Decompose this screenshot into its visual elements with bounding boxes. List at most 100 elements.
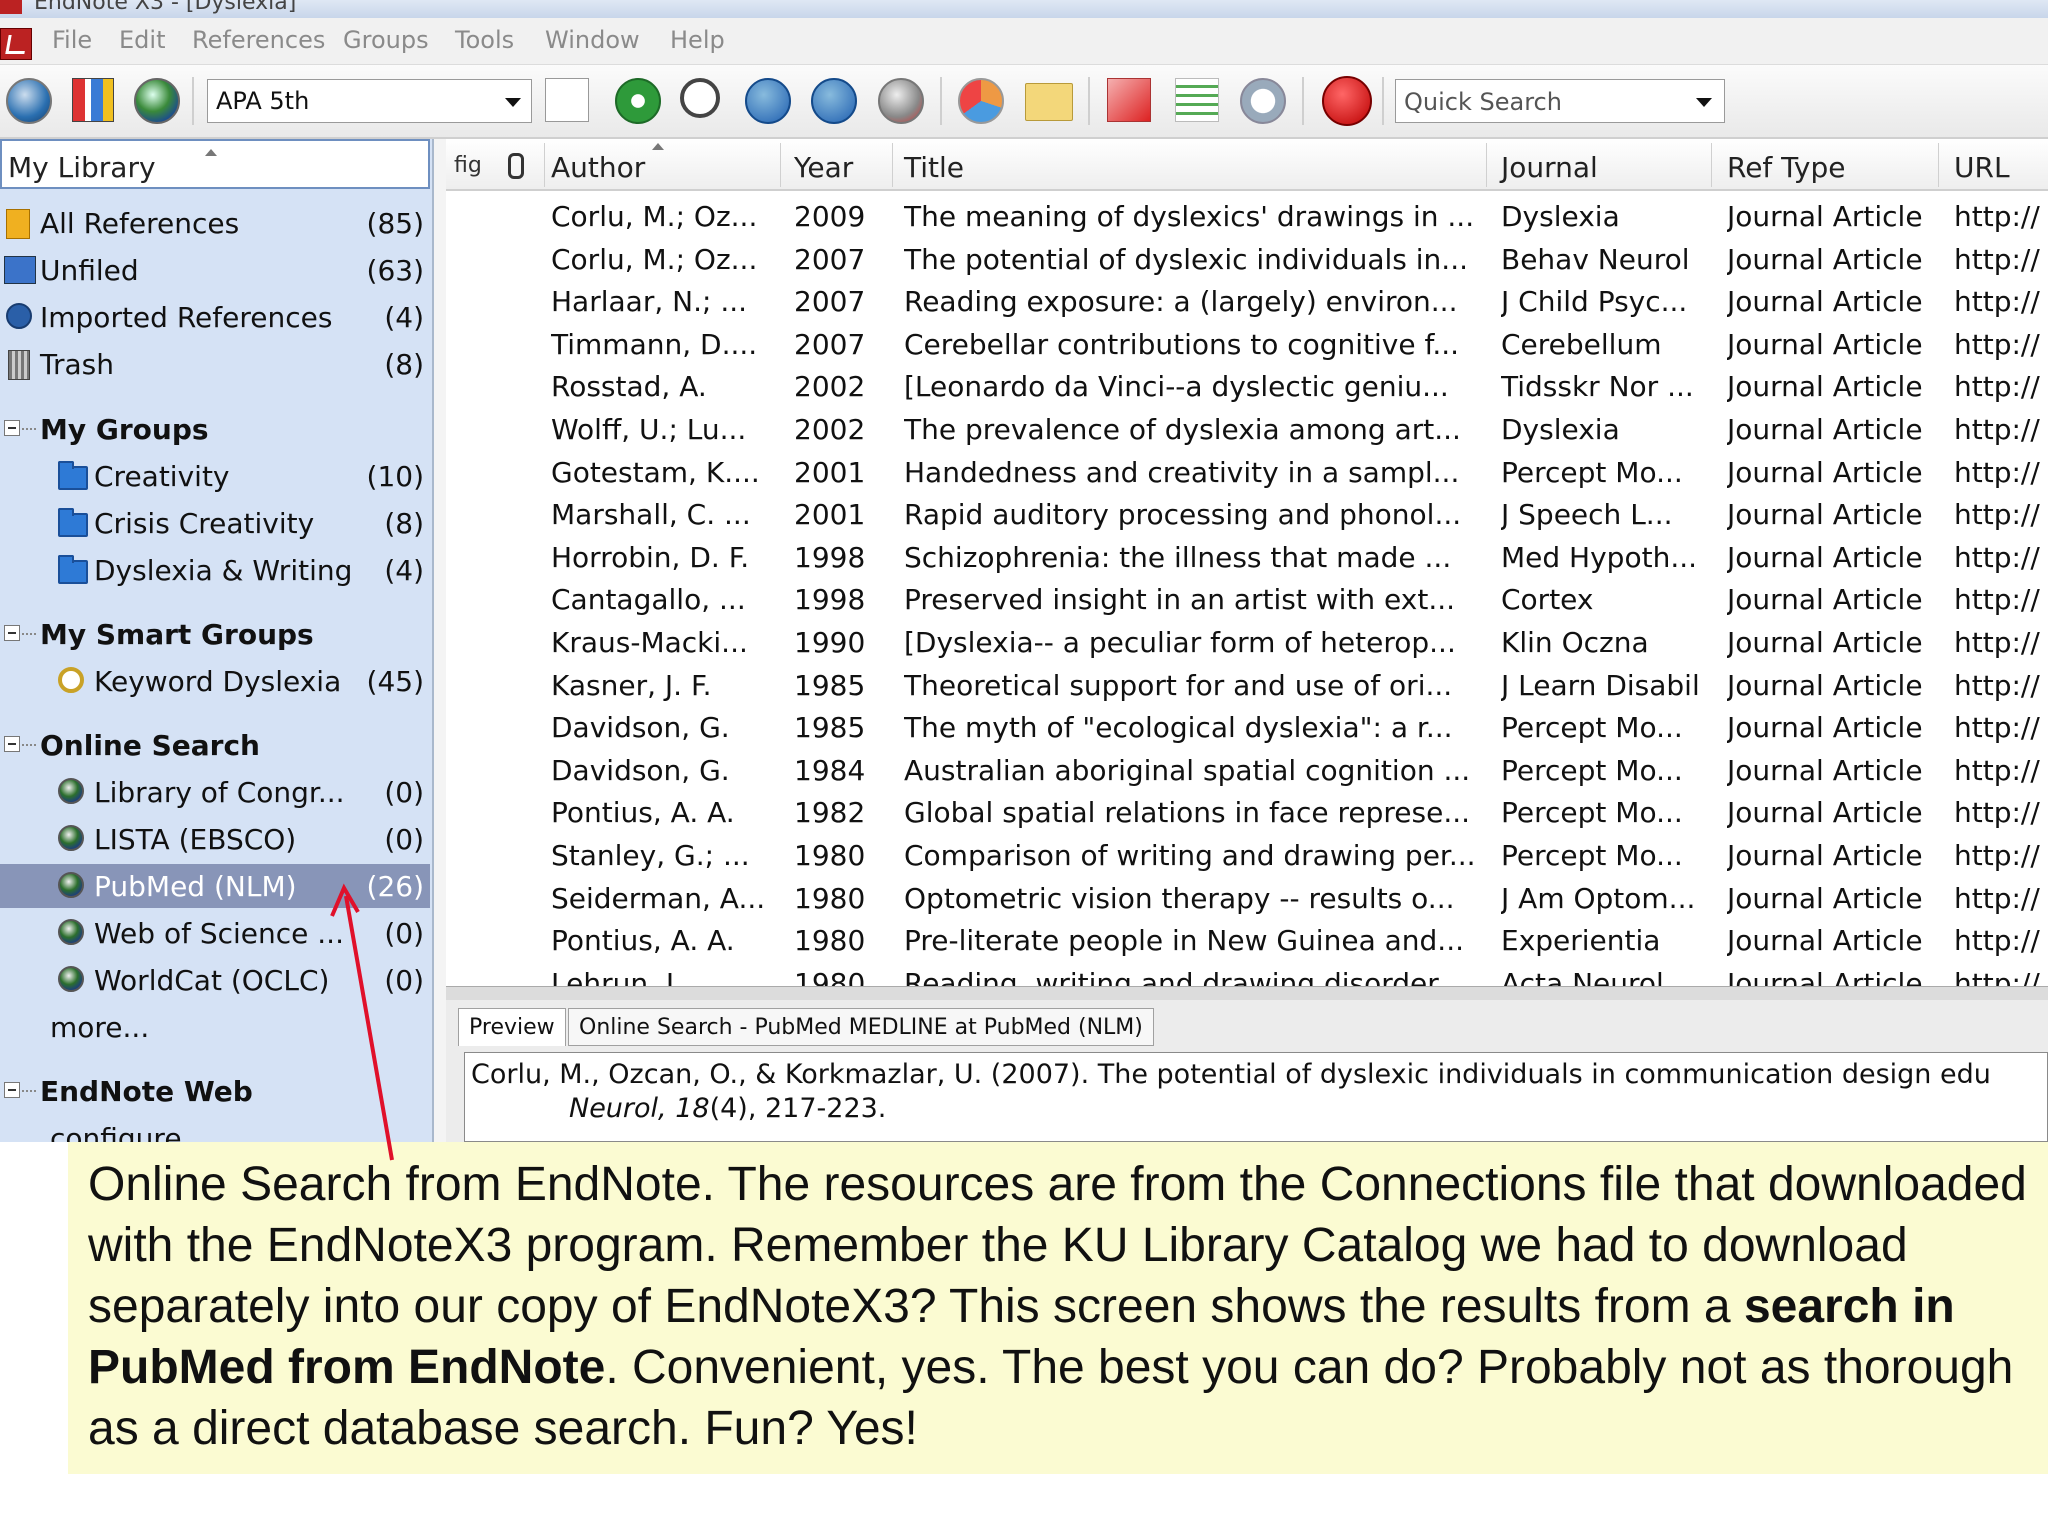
sidebar-item-pubmed[interactable]: PubMed (NLM) (26) bbox=[0, 864, 430, 908]
chevron-down-icon[interactable] bbox=[1696, 98, 1712, 107]
endnote-web-header[interactable]: EndNote Web bbox=[0, 1069, 430, 1113]
endnote-window: EndNote X3 - [Dyslexia] File Edit Refere… bbox=[0, 0, 2048, 1142]
table-row[interactable]: Marshall, C. ... 2001 Rapid auditory proce… bbox=[446, 494, 2048, 537]
column-journal[interactable]: Journal bbox=[1501, 151, 1598, 184]
sidebar-item-library-of-congress[interactable]: Library of Congr... (0) bbox=[0, 770, 430, 814]
sidebar-item-count: (10) bbox=[366, 460, 424, 493]
endnote-app-icon[interactable] bbox=[0, 28, 32, 60]
table-row[interactable]: Corlu, M.; Oz... 2007 The potential of dys… bbox=[446, 239, 2048, 282]
collapse-toggle-icon[interactable] bbox=[4, 736, 20, 752]
table-row[interactable]: Pontius, A. A. 1982 Global spatial relatio… bbox=[446, 792, 2048, 835]
menu-help[interactable]: Help bbox=[670, 26, 725, 54]
table-row[interactable]: Pontius, A. A. 1980 Pre-literate people in… bbox=[446, 920, 2048, 963]
cell-title: Schizophrenia: the illness that made ... bbox=[904, 540, 1452, 574]
group-section-title: My Smart Groups bbox=[40, 618, 314, 651]
cell-title: Rapid auditory processing and phonol... bbox=[904, 498, 1462, 532]
menu-bar: File Edit References Groups Tools Window… bbox=[0, 18, 2048, 65]
download-icon[interactable] bbox=[745, 78, 791, 124]
sidebar-item-keyword-dyslexia[interactable]: Keyword Dyslexia (45) bbox=[0, 659, 430, 703]
sidebar-item-dyslexia-writing[interactable]: Dyslexia & Writing (4) bbox=[0, 548, 430, 592]
word-icon[interactable] bbox=[1240, 78, 1286, 124]
sidebar-item-lista-ebsco[interactable]: LISTA (EBSCO) (0) bbox=[0, 817, 430, 861]
sidebar-item-crisis-creativity[interactable]: Crisis Creativity (8) bbox=[0, 501, 430, 545]
menu-edit[interactable]: Edit bbox=[119, 26, 165, 54]
help-icon[interactable] bbox=[1322, 76, 1372, 126]
search-magnifier-icon[interactable] bbox=[680, 78, 720, 118]
cell-journal: Experientia bbox=[1501, 924, 1661, 958]
collapse-toggle-icon[interactable] bbox=[4, 1082, 20, 1098]
table-row[interactable]: Wolff, U.; Lu... 2002 The prevalence of dy… bbox=[446, 409, 2048, 452]
sidebar-item-worldcat[interactable]: WorldCat (OCLC) (0) bbox=[0, 958, 430, 1002]
quick-search-input[interactable] bbox=[1402, 86, 1676, 118]
citation-journal: Neurol, bbox=[569, 1093, 667, 1124]
table-row[interactable]: Davidson, G. 1984 Australian aboriginal sp… bbox=[446, 750, 2048, 793]
my-groups-header[interactable]: My Groups bbox=[0, 407, 430, 451]
sidebar-item-label: Dyslexia & Writing bbox=[94, 554, 353, 587]
sidebar-item-imported-references[interactable]: Imported References (4) bbox=[0, 295, 430, 339]
sidebar-item-web-of-science[interactable]: Web of Science ... (0) bbox=[0, 911, 430, 955]
toolbar: APA 5th bbox=[0, 65, 2048, 139]
format-list-icon[interactable] bbox=[1175, 78, 1219, 122]
quick-search-box[interactable] bbox=[1395, 79, 1725, 123]
refresh-sync-icon[interactable] bbox=[958, 78, 1004, 124]
table-row[interactable]: Corlu, M.; Oz... 2009 The meaning of dysle… bbox=[446, 196, 2048, 239]
cell-author: Kraus-Macki... bbox=[551, 626, 748, 659]
sidebar-item-more[interactable]: more... bbox=[0, 1005, 430, 1049]
sidebar-item-configure[interactable]: configure... bbox=[0, 1116, 430, 1142]
online-search-header[interactable]: Online Search bbox=[0, 723, 430, 767]
online-globe-icon[interactable] bbox=[878, 78, 924, 124]
table-row[interactable]: Seiderman, A... 1980 Optometric vision the… bbox=[446, 878, 2048, 921]
my-smart-groups-header[interactable]: My Smart Groups bbox=[0, 612, 430, 656]
globe-icon[interactable] bbox=[134, 78, 180, 124]
column-year[interactable]: Year bbox=[794, 151, 853, 184]
table-row[interactable]: Timmann, D.... 2007 Cerebellar contributio… bbox=[446, 324, 2048, 367]
menu-window[interactable]: Window bbox=[545, 26, 640, 54]
open-book-icon[interactable] bbox=[72, 78, 114, 122]
sidebar-item-creativity[interactable]: Creativity (10) bbox=[0, 454, 430, 498]
column-ref-type[interactable]: Ref Type bbox=[1727, 151, 1846, 184]
new-reference-icon[interactable] bbox=[615, 78, 661, 124]
folder-icon[interactable] bbox=[1025, 83, 1073, 121]
table-row[interactable]: Harlaar, N.; ... 2007 Reading exposure: a … bbox=[446, 281, 2048, 324]
table-row[interactable]: Gotestam, K.... 2001 Handedness and creati… bbox=[446, 452, 2048, 495]
attachment-clip-icon[interactable] bbox=[508, 153, 524, 179]
tab-online-search[interactable]: Online Search - PubMed MEDLINE at PubMed… bbox=[568, 1008, 1154, 1046]
table-row[interactable]: Kraus-Macki... 1990 [Dyslexia-- a peculiar… bbox=[446, 622, 2048, 665]
table-row[interactable]: Kasner, J. F. 1985 Theoretical support for… bbox=[446, 665, 2048, 708]
output-style-value: APA 5th bbox=[216, 87, 310, 115]
menu-file[interactable]: File bbox=[52, 26, 92, 54]
table-row[interactable]: Cantagallo, ... 1998 Preserved insight in … bbox=[446, 579, 2048, 622]
table-row[interactable]: Stanley, G.; ... 1980 Comparison of writin… bbox=[446, 835, 2048, 878]
sidebar-item-trash[interactable]: Trash (8) bbox=[0, 342, 430, 386]
table-row[interactable]: Lehrun, I. 1980 Reading, writing and drawi… bbox=[446, 963, 2048, 986]
collapse-toggle-icon[interactable] bbox=[4, 420, 20, 436]
my-library-header[interactable]: My Library bbox=[0, 139, 430, 189]
output-style-select[interactable]: APA 5th bbox=[207, 79, 532, 123]
cell-journal: Tidsskr Nor ... bbox=[1501, 370, 1694, 404]
column-author[interactable]: Author bbox=[551, 151, 645, 184]
menu-tools[interactable]: Tools bbox=[455, 26, 514, 54]
column-title[interactable]: Title bbox=[904, 151, 964, 184]
sidebar-item-all-references[interactable]: All References (85) bbox=[0, 201, 430, 245]
sidebar-item-label: Imported References bbox=[40, 301, 333, 334]
table-row[interactable]: Horrobin, D. F. 1998 Schizophrenia: the il… bbox=[446, 537, 2048, 580]
online-search-globe-icon bbox=[58, 872, 84, 898]
menu-references[interactable]: References bbox=[192, 26, 325, 54]
title-bar: EndNote X3 - [Dyslexia] bbox=[0, 0, 2048, 18]
library-globe-icon[interactable] bbox=[6, 78, 52, 124]
return-icon[interactable] bbox=[1107, 78, 1151, 122]
sidebar-item-unfiled[interactable]: Unfiled (63) bbox=[0, 248, 430, 292]
upload-icon[interactable] bbox=[811, 78, 857, 124]
more-link: more... bbox=[50, 1011, 150, 1044]
column-url[interactable]: URL bbox=[1954, 151, 2010, 184]
collapse-toggle-icon[interactable] bbox=[4, 625, 20, 641]
table-row[interactable]: Rosstad, A. 2002 [Leonardo da Vinci--a dys… bbox=[446, 366, 2048, 409]
table-row[interactable]: Davidson, G. 1985 The myth of "ecological … bbox=[446, 707, 2048, 750]
cell-ref-type: Journal Article bbox=[1727, 668, 1923, 702]
tab-preview[interactable]: Preview bbox=[458, 1008, 566, 1046]
style-edit-icon[interactable] bbox=[545, 78, 589, 122]
cell-url: http:// bbox=[1954, 327, 2040, 361]
cell-journal: Percept Mo... bbox=[1501, 711, 1683, 745]
menu-groups[interactable]: Groups bbox=[343, 26, 429, 54]
figure-column-header[interactable]: fig bbox=[454, 153, 482, 178]
